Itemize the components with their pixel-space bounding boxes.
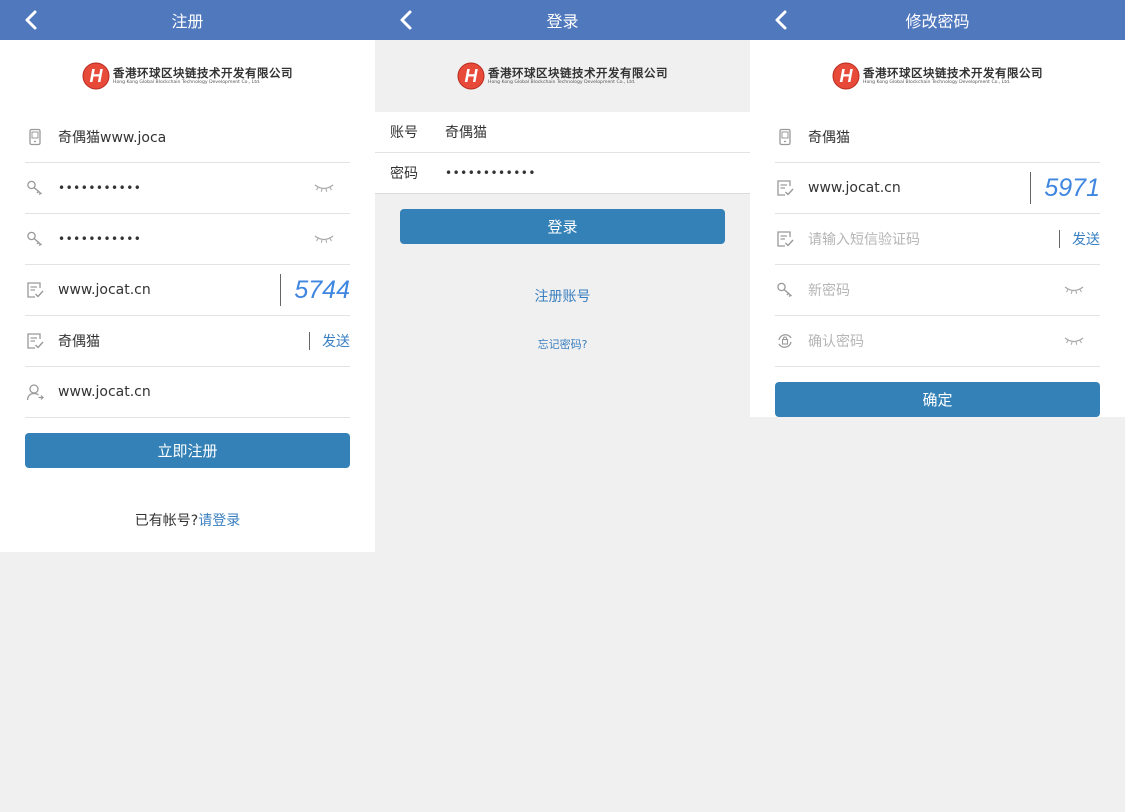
page-title: 注册 <box>171 12 204 31</box>
eye-closed-icon[interactable] <box>1064 336 1084 346</box>
logo-h-icon <box>457 62 485 90</box>
phone-icon <box>776 128 794 146</box>
invite-input[interactable]: www.jocat.cn <box>58 384 350 400</box>
login-prompt: 已有帐号?请登录 <box>0 510 375 530</box>
back-arrow-icon <box>770 8 794 32</box>
new-password-input[interactable]: 新密码 <box>808 280 1064 300</box>
eye-closed-icon[interactable] <box>1064 285 1084 295</box>
company-logo: 香港环球区块链技术开发有限公司 Hong Kong Global Blockch… <box>832 62 1043 90</box>
phone-input[interactable]: 奇偶猫 <box>808 127 1100 147</box>
change-password-header: 修改密码 <box>750 0 1125 40</box>
register-account-link[interactable]: 注册账号 <box>375 286 750 306</box>
logo-en-text: Hong Kong Global Blockchain Technology D… <box>113 79 261 85</box>
back-arrow-icon <box>20 8 44 32</box>
logo-h-icon <box>832 62 860 90</box>
key-icon <box>26 179 44 197</box>
login-screen: 登录 香港环球区块链技术开发有限公司 Hong Kong Global Bloc… <box>375 0 750 812</box>
back-arrow-icon <box>395 8 419 32</box>
back-button[interactable] <box>395 8 419 32</box>
company-logo: 香港环球区块链技术开发有限公司 Hong Kong Global Blockch… <box>457 62 668 90</box>
edit-check-icon <box>26 332 44 350</box>
confirm-password-field-row[interactable]: ••••••••••• <box>25 214 350 265</box>
page-title: 修改密码 <box>905 12 970 31</box>
company-logo: 香港环球区块链技术开发有限公司 Hong Kong Global Blockch… <box>82 62 293 90</box>
login-submit-button[interactable]: 登录 <box>400 209 725 244</box>
password-field-row[interactable]: 密码 •••••••••••• <box>375 153 750 194</box>
account-field-row[interactable]: 账号 奇偶猫 <box>375 112 750 153</box>
edit-check-icon <box>776 179 794 197</box>
login-prompt-text: 已有帐号? <box>134 513 199 529</box>
register-screen: 注册 香港环球区块链技术开发有限公司 Hong Kong Global Bloc… <box>0 0 375 552</box>
phone-input[interactable]: 奇偶猫www.joca <box>58 127 350 147</box>
password-label: 密码 <box>390 166 418 182</box>
sms-code-input[interactable]: 请输入短信验证码 <box>808 229 1059 249</box>
logo-en-text: Hong Kong Global Blockchain Technology D… <box>488 79 636 85</box>
captcha-field-row[interactable]: www.jocat.cn 5744 <box>25 265 350 316</box>
lock-refresh-icon <box>776 332 794 350</box>
account-label: 账号 <box>390 125 418 141</box>
logo-area: 香港环球区块链技术开发有限公司 Hong Kong Global Blockch… <box>750 40 1125 112</box>
edit-check-icon <box>776 230 794 248</box>
new-password-field-row[interactable]: 新密码 <box>775 265 1100 316</box>
change-password-screen: 修改密码 香港环球区块链技术开发有限公司 Hong Kong Global Bl… <box>750 0 1125 417</box>
confirm-button[interactable]: 确定 <box>775 382 1100 417</box>
confirm-password-input[interactable]: ••••••••••• <box>58 232 314 246</box>
page-title: 登录 <box>546 12 579 31</box>
phone-icon <box>26 128 44 146</box>
password-input[interactable]: •••••••••••• <box>445 166 536 180</box>
back-button[interactable] <box>20 8 44 32</box>
forgot-password-link[interactable]: 忘记密码? <box>375 336 750 352</box>
password-field-row[interactable]: ••••••••••• <box>25 163 350 214</box>
login-header: 登录 <box>375 0 750 40</box>
send-code-button[interactable]: 发送 <box>309 332 350 350</box>
phone-field-row[interactable]: 奇偶猫www.joca <box>25 112 350 163</box>
eye-closed-icon[interactable] <box>314 234 334 244</box>
logo-area: 香港环球区块链技术开发有限公司 Hong Kong Global Blockch… <box>375 40 750 112</box>
change-password-form: 奇偶猫 www.jocat.cn 5971 请输入短信验证码 发送 新密码 确认… <box>750 112 1125 367</box>
user-arrow-icon <box>26 383 44 401</box>
logo-cn-text: 香港环球区块链技术开发有限公司 <box>863 65 1043 80</box>
captcha-code: 5971 <box>1044 173 1100 202</box>
edit-check-icon <box>26 281 44 299</box>
logo-h-icon <box>82 62 110 90</box>
register-form: 奇偶猫www.joca ••••••••••• ••••••••••• www.… <box>0 112 375 418</box>
logo-area: 香港环球区块链技术开发有限公司 Hong Kong Global Blockch… <box>0 40 375 112</box>
confirm-password-input[interactable]: 确认密码 <box>808 331 1064 351</box>
password-input[interactable]: ••••••••••• <box>58 181 314 195</box>
login-form: 账号 奇偶猫 密码 •••••••••••• <box>375 112 750 194</box>
sms-code-input[interactable]: 奇偶猫 <box>58 331 309 351</box>
back-button[interactable] <box>770 8 794 32</box>
phone-field-row[interactable]: 奇偶猫 <box>775 112 1100 163</box>
captcha-field-row[interactable]: www.jocat.cn 5971 <box>775 163 1100 214</box>
logo-cn-text: 香港环球区块链技术开发有限公司 <box>488 65 668 80</box>
logo-cn-text: 香港环球区块链技术开发有限公司 <box>113 65 293 80</box>
captcha-input[interactable]: www.jocat.cn <box>58 282 280 298</box>
sms-code-field-row[interactable]: 奇偶猫 发送 <box>25 316 350 367</box>
captcha-input[interactable]: www.jocat.cn <box>808 180 1030 196</box>
captcha-code: 5744 <box>294 275 350 304</box>
confirm-password-field-row[interactable]: 确认密码 <box>775 316 1100 367</box>
key-icon <box>26 230 44 248</box>
send-code-button[interactable]: 发送 <box>1059 230 1100 248</box>
login-link[interactable]: 请登录 <box>198 513 240 529</box>
captcha-image[interactable]: 5971 <box>1030 172 1100 204</box>
key-icon <box>776 281 794 299</box>
register-header: 注册 <box>0 0 375 40</box>
sms-code-field-row[interactable]: 请输入短信验证码 发送 <box>775 214 1100 265</box>
invite-field-row[interactable]: www.jocat.cn <box>25 367 350 418</box>
account-input[interactable]: 奇偶猫 <box>445 122 487 142</box>
eye-closed-icon[interactable] <box>314 183 334 193</box>
captcha-image[interactable]: 5744 <box>280 274 350 306</box>
register-submit-button[interactable]: 立即注册 <box>25 433 350 468</box>
logo-en-text: Hong Kong Global Blockchain Technology D… <box>863 79 1011 85</box>
